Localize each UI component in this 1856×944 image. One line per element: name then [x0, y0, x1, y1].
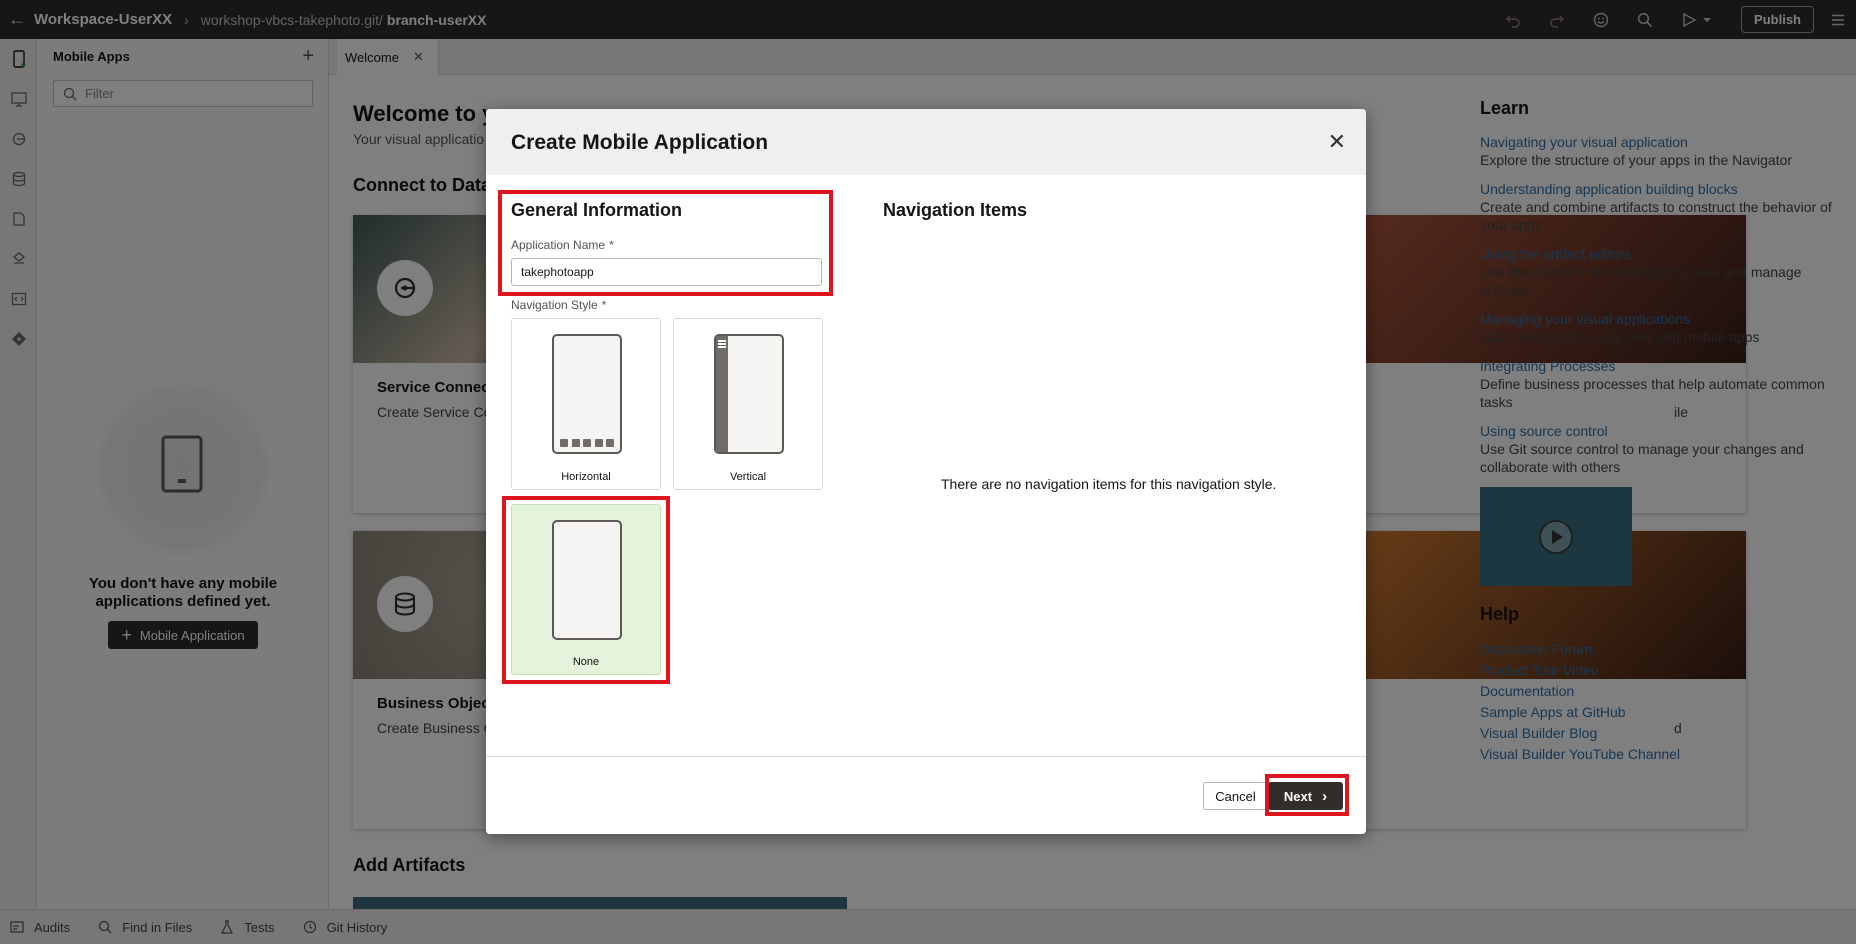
dialog-header: Create Mobile Application ✕: [486, 109, 1366, 175]
horizontal-layout-icon: [552, 334, 622, 454]
chevron-right-icon: ›: [1322, 787, 1328, 805]
option-label: Horizontal: [561, 471, 611, 483]
nav-style-none-option[interactable]: None: [511, 504, 661, 675]
application-name-label: Application Name *: [511, 238, 614, 252]
nav-style-vertical-option[interactable]: Vertical: [673, 318, 823, 490]
next-button[interactable]: Next ›: [1268, 782, 1343, 810]
navigation-style-label: Navigation Style *: [511, 298, 607, 312]
navigation-items-heading: Navigation Items: [883, 200, 1028, 220]
create-mobile-application-dialog: Create Mobile Application ✕ General Info…: [486, 109, 1366, 834]
general-information-heading: General Information: [511, 200, 683, 220]
dialog-title: Create Mobile Application: [511, 131, 769, 154]
navigation-items-empty-message: There are no navigation items for this n…: [941, 476, 1277, 492]
vertical-layout-icon: [714, 334, 784, 454]
nav-style-horizontal-option[interactable]: Horizontal: [511, 318, 661, 490]
option-label: Vertical: [729, 471, 767, 483]
none-layout-icon: [552, 520, 622, 640]
cancel-button[interactable]: Cancel: [1203, 782, 1268, 810]
dialog-footer: Cancel Next ›: [486, 756, 1366, 834]
next-label: Next: [1283, 788, 1313, 804]
application-name-input[interactable]: takephotoapp: [511, 258, 822, 286]
option-label: None: [572, 656, 600, 668]
close-icon[interactable]: ✕: [1328, 129, 1346, 155]
